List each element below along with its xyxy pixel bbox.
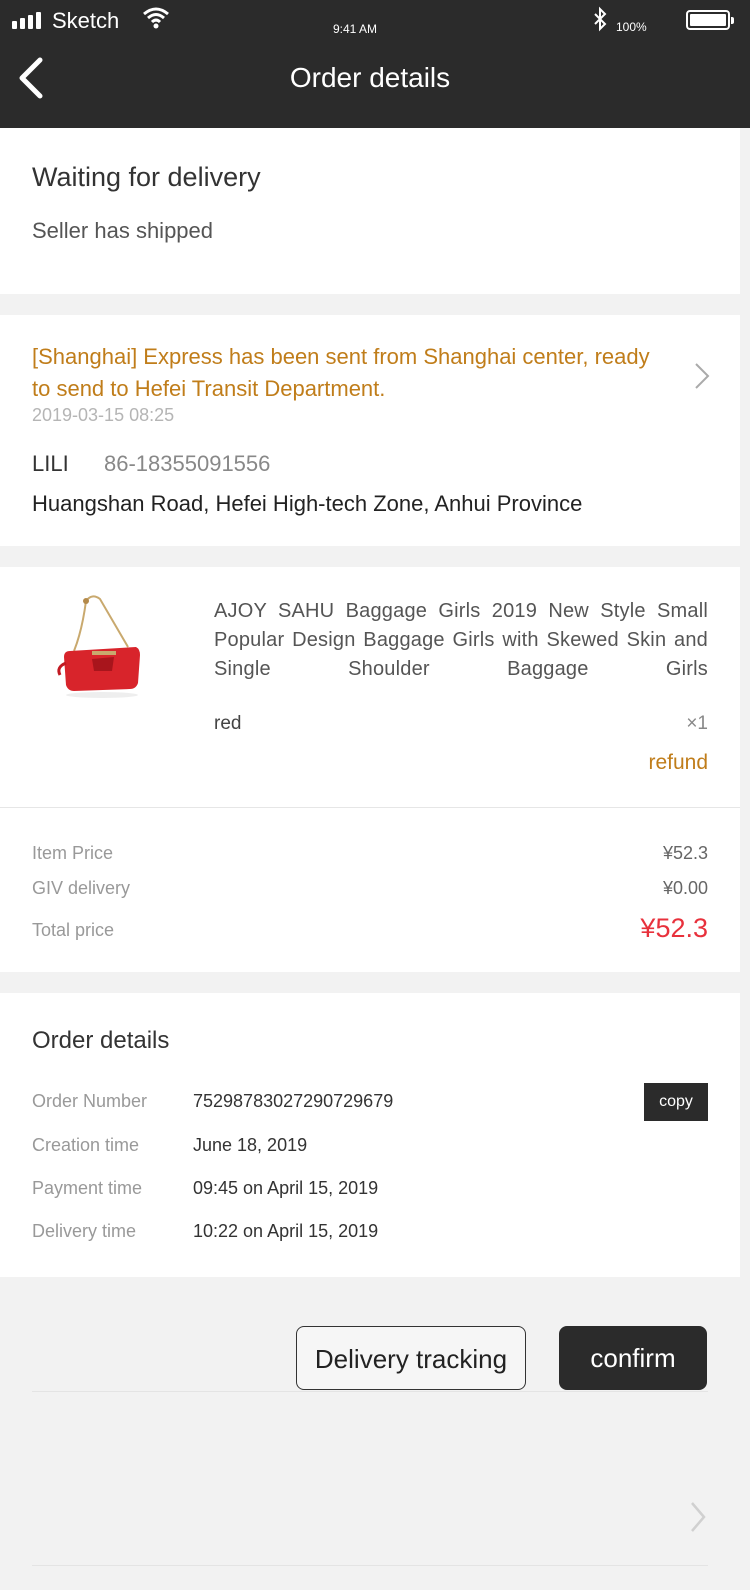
- delivery-time-label: Delivery time: [32, 1221, 137, 1241]
- bluetooth-icon: [594, 6, 607, 32]
- product-spec: red: [214, 713, 242, 734]
- order-number-label: Order Number: [32, 1091, 148, 1111]
- total-price-value: ¥52.3: [640, 913, 708, 943]
- product-item: AJOY SAHU Baggage Girls 2019 New Style S…: [0, 567, 740, 808]
- chevron-right-icon[interactable]: [688, 1500, 708, 1534]
- logistics-date: 2019-03-15 08:25: [32, 405, 175, 425]
- delivery-fee-label: GIV delivery: [32, 878, 131, 898]
- order-details-section: Order details Order Number 7529878302729…: [0, 993, 740, 1277]
- payment-time-label: Payment time: [32, 1178, 143, 1198]
- order-details-heading: Order details: [32, 1027, 170, 1054]
- divider: [32, 1391, 708, 1392]
- product-image[interactable]: [52, 591, 148, 703]
- delivery-fee-row: GIV delivery ¥0.00: [32, 878, 708, 899]
- order-status-subtext: Seller has shipped: [32, 218, 214, 243]
- delivery-fee-value: ¥0.00: [662, 878, 708, 898]
- chevron-right-icon: [695, 363, 710, 389]
- creation-time-label: Creation time: [32, 1135, 140, 1155]
- battery-percent: 100%: [616, 20, 647, 34]
- page-title: Order details: [289, 62, 451, 93]
- item-price-label: Item Price: [32, 843, 114, 863]
- total-price-label: Total price: [32, 920, 115, 940]
- order-number-value: 75298783027290729679: [193, 1091, 394, 1111]
- logistics-message: [Shanghai] Express has been sent from Sh…: [32, 344, 650, 401]
- product-title: AJOY SAHU Baggage Girls 2019 New Style S…: [214, 600, 708, 680]
- total-price-row: Total price ¥52.3: [32, 913, 708, 943]
- product-quantity: ×1: [686, 713, 708, 734]
- recipient-phone: 86-18355091556: [104, 451, 271, 476]
- delivery-tracking-button[interactable]: Delivery tracking: [296, 1326, 526, 1390]
- creation-time-value: June 18, 2019: [193, 1135, 308, 1155]
- price-summary: Item Price ¥52.3 GIV delivery ¥0.00 Tota…: [0, 808, 740, 972]
- status-bar: Sketch 9:41 AM 100%: [0, 0, 750, 44]
- copy-button[interactable]: copy: [644, 1083, 708, 1121]
- delivery-time-value: 10:22 on April 15, 2019: [193, 1221, 379, 1241]
- item-price-row: Item Price ¥52.3: [32, 843, 708, 864]
- shipping-info[interactable]: [Shanghai] Express has been sent from Sh…: [0, 315, 740, 546]
- refund-button[interactable]: refund: [648, 751, 708, 775]
- battery-icon: [686, 10, 734, 30]
- divider: [32, 1565, 708, 1566]
- payment-time-value: 09:45 on April 15, 2019: [193, 1178, 379, 1198]
- recipient-address: Huangshan Road, Hefei High-tech Zone, An…: [32, 491, 583, 516]
- order-status-section: Waiting for delivery Seller has shipped: [0, 128, 740, 294]
- order-status-heading: Waiting for delivery: [32, 162, 261, 192]
- recipient-name: LILI: [32, 451, 69, 476]
- confirm-button[interactable]: confirm: [559, 1326, 707, 1390]
- header: Sketch 9:41 AM 100% Order details: [0, 0, 750, 128]
- item-price-value: ¥52.3: [662, 843, 708, 863]
